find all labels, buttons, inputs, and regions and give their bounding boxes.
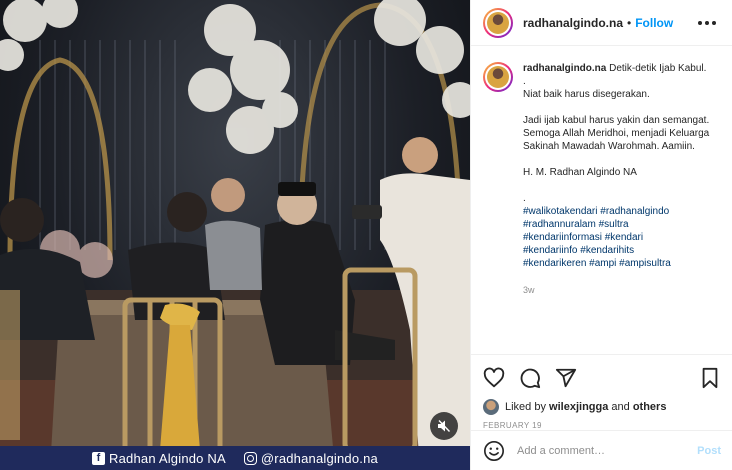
caption-line-0: Detik-detik Ijab Kabul. — [609, 63, 707, 74]
emoji-icon[interactable] — [483, 440, 505, 462]
caption-avatar[interactable] — [483, 62, 513, 92]
caption-section: radhanalgindo.na Detik-detik Ijab Kabul.… — [471, 46, 732, 354]
caption-line-5 — [523, 153, 720, 166]
heart-icon[interactable] — [483, 367, 505, 389]
watermark-instagram-text: @radhanalgindo.na — [260, 450, 378, 466]
instagram-icon — [243, 451, 257, 465]
caption-line-2: Niat baik harus disegerakan. — [523, 89, 650, 100]
post-video[interactable]: f Radhan Algindo NA @radhanalgindo.na — [0, 0, 470, 470]
more-icon — [698, 20, 702, 25]
separator-dot: • — [627, 15, 632, 30]
profile-picture — [487, 66, 509, 88]
hashtag-link[interactable]: #kendariinformasi #kendari — [523, 231, 720, 244]
hashtag-list: #walikotakendari #radhanalgindo #radhann… — [523, 205, 720, 270]
caption-line-6: H. M. Radhan Algindo NA — [523, 167, 637, 178]
mute-icon — [438, 420, 451, 432]
bookmark-icon[interactable] — [699, 367, 721, 389]
hashtag-link[interactable]: #walikotakendari #radhanalgindo — [523, 205, 720, 218]
likes-prefix: Liked by — [505, 401, 546, 413]
facebook-icon: f — [92, 451, 106, 465]
hashtag-link[interactable]: #kendarikeren #ampi #ampisultra — [523, 257, 720, 270]
mute-button[interactable] — [430, 412, 458, 440]
caption-text: radhanalgindo.na Detik-detik Ijab Kabul.… — [523, 62, 720, 354]
likes-summary: Liked by wilexjingga and others — [483, 399, 721, 415]
comment-form: Post — [471, 430, 732, 470]
caption-line-4: Jadi ijab kabul harus yakin dan semangat… — [523, 115, 710, 152]
caption-age: 3w — [523, 285, 535, 295]
hashtag-link[interactable]: #kendariinfo #kendarihits — [523, 244, 720, 257]
caption-line-8: . — [523, 193, 526, 204]
caption-username[interactable]: radhanalgindo.na — [523, 63, 606, 74]
post-date: FEBRUARY 19 — [483, 421, 542, 430]
caption-line-7 — [523, 179, 720, 192]
comment-input[interactable] — [517, 444, 698, 457]
post-side-panel: radhanalgindo.na • Follow radhanalgindo.… — [470, 0, 732, 470]
caption-line: radhanalgindo.na Detik-detik Ijab Kabul. — [523, 62, 720, 75]
comment-icon[interactable] — [519, 367, 541, 389]
wedding-scene-image — [0, 0, 470, 470]
caption-line-3 — [523, 101, 720, 114]
share-icon[interactable] — [555, 367, 577, 389]
likes-joiner: and — [611, 401, 630, 413]
watermark-instagram: @radhanalgindo.na — [243, 450, 378, 466]
more-options-button[interactable] — [694, 17, 720, 29]
watermark-facebook: f Radhan Algindo NA — [92, 451, 226, 466]
likes-others-link[interactable]: others — [633, 401, 667, 413]
caption-line-1: . — [523, 76, 526, 87]
watermark-facebook-text: Radhan Algindo NA — [109, 450, 226, 466]
liker-avatar[interactable] — [483, 399, 499, 415]
hashtag-link[interactable]: #radhannuralam #sultra — [523, 218, 720, 231]
post-header: radhanalgindo.na • Follow — [471, 0, 732, 46]
avatar[interactable] — [483, 7, 513, 38]
action-icons — [483, 365, 721, 391]
post-comment-button[interactable]: Post — [697, 445, 721, 457]
action-bar: Liked by wilexjingga and others FEBRUARY… — [471, 354, 732, 430]
liker-username[interactable]: wilexjingga — [549, 401, 608, 413]
follow-button[interactable]: Follow — [635, 16, 673, 30]
video-watermark-bar: f Radhan Algindo NA @radhanalgindo.na — [0, 446, 470, 470]
profile-picture — [487, 11, 509, 34]
header-username[interactable]: radhanalgindo.na — [523, 16, 623, 30]
